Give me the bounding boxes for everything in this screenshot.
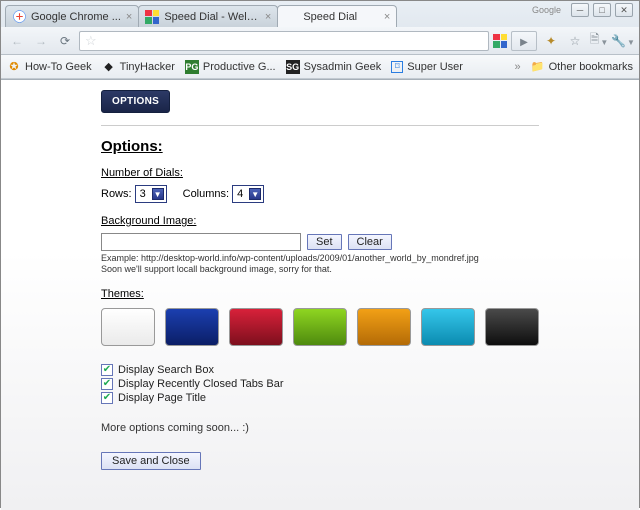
tab-strip: Google Chrome ... × Speed Dial - Welco..… — [1, 1, 639, 27]
checkbox-label: Display Recently Closed Tabs Bar — [118, 378, 283, 390]
theme-green[interactable] — [293, 308, 347, 346]
bookmark-sysadmin-geek[interactable]: SG Sysadmin Geek — [286, 60, 382, 74]
checkbox-recently-closed[interactable]: ✔ — [101, 378, 113, 390]
bookmark-productive-g[interactable]: PG Productive G... — [185, 60, 276, 74]
checkbox-page-title[interactable]: ✔ — [101, 392, 113, 404]
background-image-heading: Background Image: — [101, 215, 539, 227]
bookmark-tool-icon[interactable]: ☆ — [565, 31, 585, 51]
rows-select[interactable]: 3 ▼ — [135, 185, 167, 203]
other-bookmarks-label: Other bookmarks — [549, 61, 633, 73]
rows-value: 3 — [140, 188, 146, 200]
bookmark-label: Super User — [407, 61, 463, 73]
extension-icon[interactable] — [493, 34, 507, 48]
save-and-close-button[interactable]: Save and Close — [101, 452, 201, 470]
close-icon[interactable]: × — [126, 11, 132, 23]
chevron-down-icon: ▼ — [249, 188, 261, 200]
theme-black[interactable] — [485, 308, 539, 346]
google-logo: Google — [532, 5, 561, 15]
theme-swatches — [101, 308, 539, 346]
rows-label: Rows: — [101, 188, 132, 200]
theme-blue[interactable] — [165, 308, 219, 346]
htg-icon: ✪ — [7, 60, 21, 74]
address-bar[interactable]: ☆ — [79, 31, 489, 51]
bookmark-label: Sysadmin Geek — [304, 61, 382, 73]
theme-cyan[interactable] — [421, 308, 475, 346]
columns-select[interactable]: 4 ▼ — [232, 185, 264, 203]
wrench-menu[interactable]: 🔧 — [613, 31, 633, 51]
back-button[interactable]: ← — [7, 31, 27, 51]
minimize-button[interactable]: － — [571, 3, 589, 17]
toolbar: ← → ⟳ ☆ ✦ ☆ 🗎 🔧 — [1, 27, 639, 55]
tab-title: Speed Dial — [303, 11, 379, 23]
forward-button[interactable]: → — [31, 31, 51, 51]
options-badge[interactable]: OPTIONS — [101, 90, 170, 113]
themes-heading: Themes: — [101, 288, 539, 300]
coming-soon-text: More options coming soon... :) — [101, 422, 539, 434]
bookmark-label: Productive G... — [203, 61, 276, 73]
page-menu[interactable]: 🗎 — [589, 31, 609, 51]
blank-icon — [284, 10, 298, 24]
columns-label: Columns: — [183, 188, 229, 200]
reload-button[interactable]: ⟳ — [55, 31, 75, 51]
theme-white[interactable] — [101, 308, 155, 346]
checkbox-search-box[interactable]: ✔ — [101, 364, 113, 376]
theme-orange[interactable] — [357, 308, 411, 346]
tab-speed-dial[interactable]: Speed Dial × — [277, 5, 397, 27]
bookmark-how-to-geek[interactable]: ✪ How-To Geek — [7, 60, 92, 74]
window-controls: Google － □ ✕ — [532, 3, 633, 17]
google-icon — [12, 10, 26, 24]
checkbox-label: Display Page Title — [118, 392, 206, 404]
sg-icon: SG — [286, 60, 300, 74]
background-example-text: Example: http://desktop-world.info/wp-co… — [101, 253, 539, 276]
grid-icon — [145, 10, 159, 24]
tab-title: Google Chrome ... — [31, 11, 121, 23]
close-window-button[interactable]: ✕ — [615, 3, 633, 17]
page-viewport: OPTIONS Options: Number of Dials: Rows: … — [1, 80, 639, 510]
columns-value: 4 — [237, 188, 243, 200]
bookmarks-overflow[interactable]: » — [515, 61, 521, 73]
bookmark-super-user[interactable]: ⌑ Super User — [391, 61, 463, 73]
page-title: Options: — [101, 138, 539, 155]
theme-red[interactable] — [229, 308, 283, 346]
set-button[interactable]: Set — [307, 234, 342, 250]
close-icon[interactable]: × — [265, 11, 271, 23]
chevron-down-icon: ▼ — [152, 188, 164, 200]
su-icon: ⌑ — [391, 61, 403, 73]
bookmark-label: How-To Geek — [25, 61, 92, 73]
dials-heading: Number of Dials: — [101, 167, 539, 179]
bookmark-star-icon[interactable]: ☆ — [85, 33, 97, 49]
divider — [101, 125, 539, 126]
bookmark-label: TinyHacker — [120, 61, 175, 73]
pg-icon: PG — [185, 60, 199, 74]
checkbox-label: Display Search Box — [118, 364, 214, 376]
clear-button[interactable]: Clear — [348, 234, 392, 250]
tab-title: Speed Dial - Welco... — [164, 11, 260, 23]
bookmark-tinyhacker[interactable]: ◆ TinyHacker — [102, 60, 175, 74]
folder-icon — [531, 60, 545, 74]
th-icon: ◆ — [102, 60, 116, 74]
other-bookmarks[interactable]: Other bookmarks — [531, 60, 633, 74]
close-icon[interactable]: × — [384, 11, 390, 23]
go-button[interactable] — [511, 31, 537, 51]
maximize-button[interactable]: □ — [593, 3, 611, 17]
bookmarks-bar: ✪ How-To Geek ◆ TinyHacker PG Productive… — [1, 55, 639, 79]
background-image-input[interactable] — [101, 233, 301, 251]
tab-speed-dial-welcome[interactable]: Speed Dial - Welco... × — [138, 5, 278, 27]
tab-google-chrome[interactable]: Google Chrome ... × — [5, 5, 139, 27]
tool-icon[interactable]: ✦ — [541, 31, 561, 51]
